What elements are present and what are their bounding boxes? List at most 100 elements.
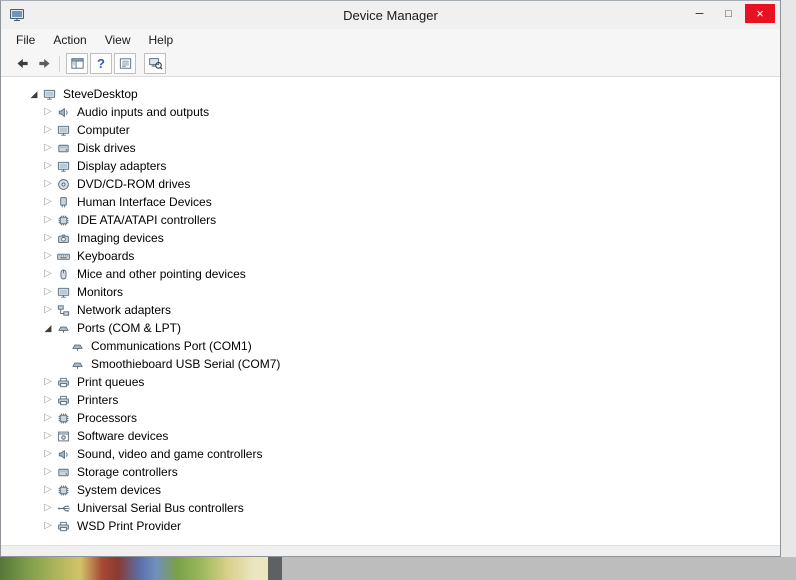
hid-icon [56,195,71,210]
device-manager-app-icon[interactable] [9,7,25,23]
expand-icon[interactable]: ▷ [41,499,55,517]
tree-item-dvd-cd-rom-drives[interactable]: ▷ DVD/CD-ROM drives [1,175,780,193]
display-adapter-icon [56,159,71,174]
port-icon [56,321,71,336]
tree-item-label: Processors [77,411,138,425]
tree-item-printers[interactable]: ▷ Printers [1,391,780,409]
tree-item-label: Audio inputs and outputs [77,105,210,119]
imaging-device-icon [56,231,71,246]
computer-icon [56,123,71,138]
tree-item-label: WSD Print Provider [77,519,182,533]
expand-icon[interactable]: ▷ [41,373,55,391]
tree-item-smoothieboard-usb-serial-com7[interactable]: Smoothieboard USB Serial (COM7) [1,355,780,373]
expand-icon[interactable]: ▷ [41,427,55,445]
expand-icon[interactable]: ▷ [41,175,55,193]
processor-icon [56,411,71,426]
menu-file[interactable]: File [7,31,44,49]
desktop-wallpaper-fragment [0,557,268,580]
forward-button[interactable] [33,53,55,74]
expand-icon[interactable]: ▷ [41,229,55,247]
port-icon [70,357,85,372]
tree-item-ports-com-lpt[interactable]: ◢ Ports (COM & LPT) [1,319,780,337]
tree-item-label: SteveDesktop [63,87,138,101]
expand-icon[interactable]: ▷ [41,265,55,283]
expand-icon[interactable]: ▷ [41,517,55,535]
tree-item-label: Printers [77,393,119,407]
tree-item-processors[interactable]: ▷ Processors [1,409,780,427]
expand-icon[interactable]: ▷ [41,121,55,139]
mouse-icon [56,267,71,282]
menu-bar: File Action View Help [1,29,780,51]
tree-item-imaging-devices[interactable]: ▷ Imaging devices [1,229,780,247]
ide-controller-icon [56,213,71,228]
tree-item-label: Imaging devices [77,231,164,245]
window-footer [1,545,780,556]
desktop-background [781,0,796,557]
maximize-button[interactable]: □ [714,4,743,24]
tree-item-display-adapters[interactable]: ▷ Display adapters [1,157,780,175]
tree-item-mice-and-other-pointing-devices[interactable]: ▷ Mice and other pointing devices [1,265,780,283]
menu-action[interactable]: Action [44,31,95,49]
help-icon: ? [97,56,105,71]
expand-icon[interactable]: ▷ [41,391,55,409]
expand-icon[interactable]: ▷ [41,283,55,301]
expand-icon[interactable]: ▷ [41,139,55,157]
help-button[interactable]: ? [90,53,112,74]
caption-buttons: – □ × [685,1,780,29]
back-button[interactable] [11,53,33,74]
tree-item-disk-drives[interactable]: ▷ Disk drives [1,139,780,157]
tree-item-keyboards[interactable]: ▷ Keyboards [1,247,780,265]
tree-item-label: Mice and other pointing devices [77,267,246,281]
expand-icon[interactable]: ▷ [41,301,55,319]
properties-button[interactable] [114,53,136,74]
close-button[interactable]: × [745,4,775,23]
menu-help[interactable]: Help [140,31,183,49]
tree-item-storage-controllers[interactable]: ▷ Storage controllers [1,463,780,481]
show-hide-console-tree-button[interactable] [66,53,88,74]
toolbar-separator [59,55,60,72]
network-adapter-icon [56,303,71,318]
port-icon [70,339,85,354]
window-title: Device Manager [343,7,438,23]
collapse-icon[interactable]: ◢ [41,319,55,337]
tree-item-network-adapters[interactable]: ▷ Network adapters [1,301,780,319]
tree-item-computer[interactable]: ▷ Computer [1,121,780,139]
tree-item-universal-serial-bus-controllers[interactable]: ▷ Universal Serial Bus controllers [1,499,780,517]
storage-controller-icon [56,465,71,480]
expand-icon[interactable]: ▷ [41,445,55,463]
tree-item-human-interface-devices[interactable]: ▷ Human Interface Devices [1,193,780,211]
tree-item-software-devices[interactable]: ▷ Software devices [1,427,780,445]
scan-for-hardware-changes-button[interactable] [144,53,166,74]
expand-icon[interactable]: ▷ [41,211,55,229]
printer-icon [56,393,71,408]
expand-icon[interactable]: ▷ [41,103,55,121]
printer-icon [56,375,71,390]
tree-item-communications-port-com1[interactable]: Communications Port (COM1) [1,337,780,355]
expand-icon[interactable]: ▷ [41,409,55,427]
tree-item-ide-ata-atapi-controllers[interactable]: ▷ IDE ATA/ATAPI controllers [1,211,780,229]
menu-view[interactable]: View [96,31,140,49]
title-bar[interactable]: Device Manager – □ × [1,1,780,29]
tree-item-audio-inputs-and-outputs[interactable]: ▷ Audio inputs and outputs [1,103,780,121]
expand-icon[interactable]: ▷ [41,481,55,499]
collapse-icon[interactable]: ◢ [27,85,41,103]
dvd-icon [56,177,71,192]
expand-icon[interactable]: ▷ [41,157,55,175]
tree-item-sound-video-and-game-controllers[interactable]: ▷ Sound, video and game controllers [1,445,780,463]
tree-item-system-devices[interactable]: ▷ System devices [1,481,780,499]
expand-icon[interactable]: ▷ [41,193,55,211]
toolbar: ? [1,51,780,77]
tree-item-monitors[interactable]: ▷ Monitors [1,283,780,301]
tree-item-wsd-print-provider[interactable]: ▷ WSD Print Provider [1,517,780,535]
tree-item-label: Network adapters [77,303,172,317]
expand-icon[interactable]: ▷ [41,463,55,481]
software-device-icon [56,429,71,444]
expand-icon[interactable]: ▷ [41,247,55,265]
tree-item-print-queues[interactable]: ▷ Print queues [1,373,780,391]
forward-arrow-icon [38,59,50,68]
taskbar-fragment[interactable] [282,557,796,580]
tree-item-stevedesktop[interactable]: ◢ SteveDesktop [1,85,780,103]
system-device-icon [56,483,71,498]
minimize-button[interactable]: – [685,4,714,24]
properties-icon [119,58,131,69]
